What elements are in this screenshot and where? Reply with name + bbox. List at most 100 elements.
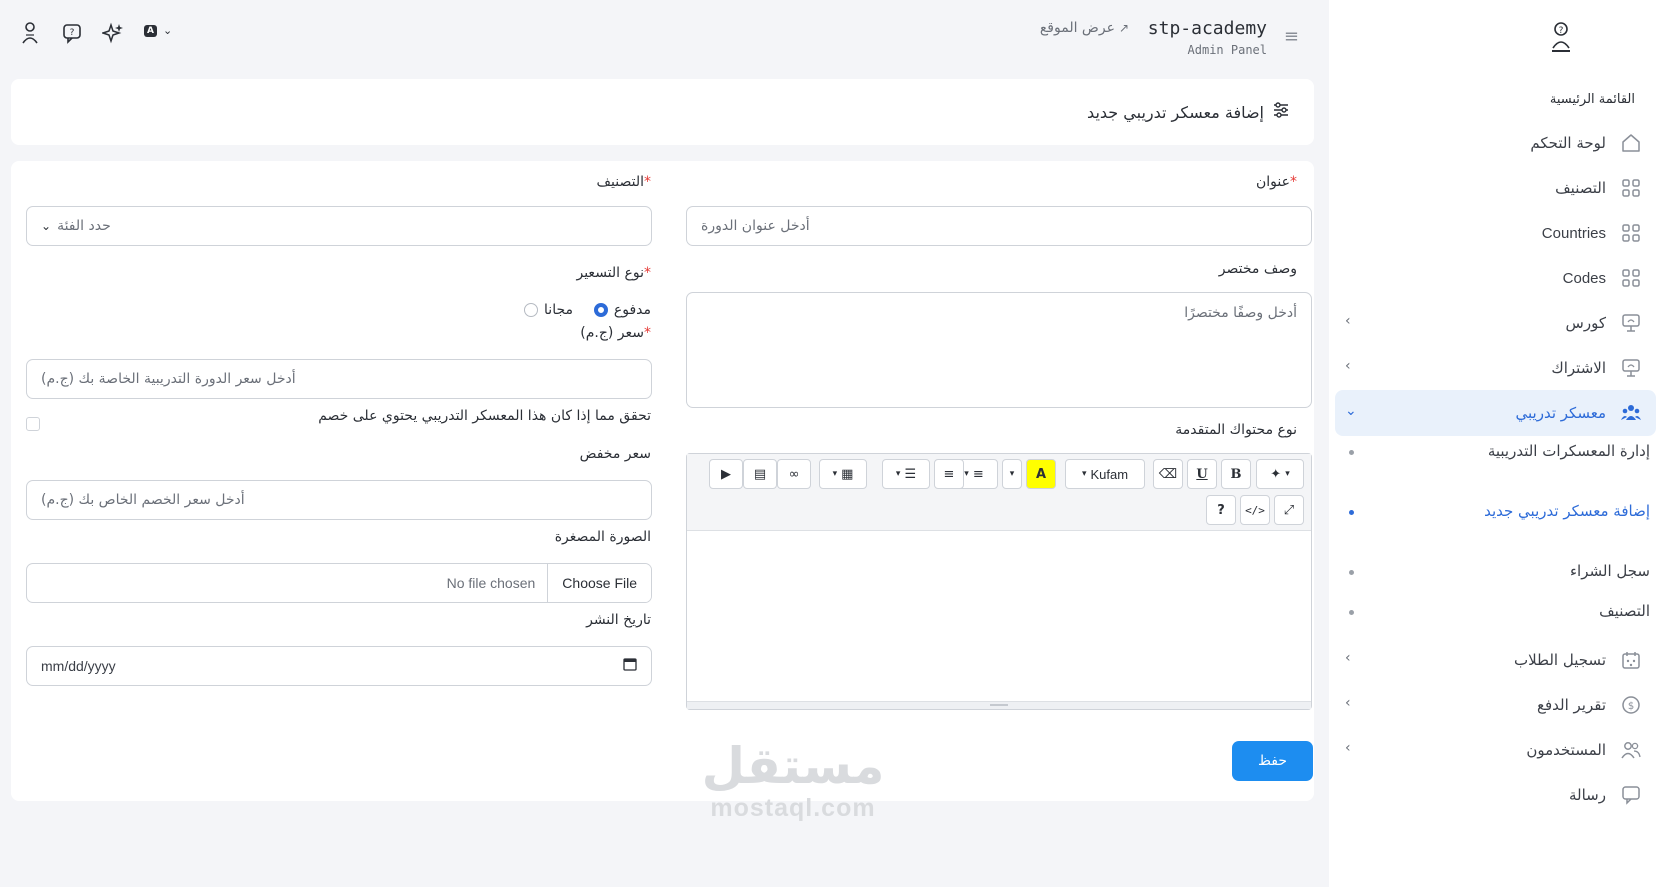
- sidebar-item-subscription[interactable]: الاشتراك ‹: [1335, 345, 1656, 391]
- font-family-select[interactable]: ▾ Kufam: [1065, 459, 1145, 489]
- required-mark: *: [1290, 174, 1297, 190]
- insert-video-button[interactable]: ▶: [709, 459, 743, 489]
- sidebar-item-codes[interactable]: Codes: [1335, 255, 1656, 301]
- view-site-link[interactable]: عرض الموقع ↗: [1040, 20, 1129, 36]
- sidebar-item-category[interactable]: التصنيف: [1335, 165, 1656, 211]
- sidebar-item-payment-report[interactable]: $ تقرير الدفع ‹: [1335, 682, 1656, 728]
- pricing-free-option[interactable]: مجانا: [524, 302, 573, 318]
- align-icon: ☰: [904, 466, 917, 482]
- bold-button[interactable]: B: [1221, 459, 1251, 489]
- calendar-icon[interactable]: [623, 657, 637, 675]
- editor-resize-handle[interactable]: [687, 701, 1311, 709]
- color-dropdown-button[interactable]: ▾: [1002, 459, 1022, 489]
- file-status-text: No file chosen: [446, 575, 536, 591]
- price-label: سعر (ج.م)*: [580, 325, 651, 341]
- sidebar-item-course[interactable]: كورس ‹: [1335, 300, 1656, 346]
- choose-file-button[interactable]: Choose File: [547, 564, 651, 602]
- table-button[interactable]: ▾ ▦: [819, 459, 867, 489]
- pricing-paid-option[interactable]: مدفوع: [593, 302, 651, 318]
- font-family-value: Kufam: [1090, 466, 1129, 482]
- sidebar-item-label: تقرير الدفع: [1536, 696, 1606, 714]
- title-input[interactable]: أدخل عنوان الدورة: [686, 206, 1312, 246]
- pricing-type-label: نوع التسعير*: [576, 265, 651, 281]
- help-chat-icon[interactable]: ?: [62, 22, 84, 44]
- discount-price-input[interactable]: أدخل سعر الخصم الخاص بك (ج.م): [26, 480, 652, 520]
- language-selector[interactable]: A ⌄: [144, 24, 172, 37]
- price-input[interactable]: أدخل سعر الدورة التدريبية الخاصة بك (ج.م…: [26, 359, 652, 399]
- profile-logo-icon[interactable]: [19, 22, 41, 44]
- pricing-paid-radio[interactable]: [593, 303, 608, 317]
- svg-text:?: ?: [1559, 26, 1564, 36]
- bullet-dot: [1349, 570, 1354, 575]
- pricing-free-radio[interactable]: [524, 303, 539, 317]
- eraser-button[interactable]: ⌫: [1153, 459, 1183, 489]
- sidebar-item-bootcamp[interactable]: معسكر تدريبي ⌄: [1335, 390, 1656, 436]
- page-title: إضافة معسكر تدريبي جديد: [1087, 101, 1290, 123]
- page-title-text: إضافة معسكر تدريبي جديد: [1087, 102, 1264, 122]
- caret-down-icon: ▾: [832, 469, 838, 479]
- insert-image-button[interactable]: ▤: [743, 459, 777, 489]
- price-placeholder: أدخل سعر الدورة التدريبية الخاصة بك (ج.م…: [41, 371, 296, 387]
- short-description-textarea[interactable]: أدخل وصفًا مختصرًا: [686, 292, 1312, 408]
- fullscreen-button[interactable]: ⤢: [1274, 495, 1304, 525]
- sliders-icon: [1272, 101, 1290, 123]
- discount-check-label: تحقق مما إذا كان هذا المعسكر التدريبي يح…: [318, 408, 651, 424]
- caret-down-icon: ▾: [1081, 469, 1087, 479]
- message-icon: [1618, 782, 1644, 808]
- presentation-icon: [1618, 355, 1644, 381]
- sidebar-item-countries[interactable]: Countries: [1335, 210, 1656, 256]
- menu-heading: القائمة الرئيسية: [1549, 92, 1635, 107]
- caret-down-icon: ▾: [964, 469, 969, 479]
- price-label-text: سعر (ج.م): [580, 325, 644, 341]
- insert-link-button[interactable]: ∞: [777, 459, 811, 489]
- category-select[interactable]: حدد الفئة ⌄: [26, 206, 652, 246]
- save-button[interactable]: حفظ: [1232, 741, 1313, 781]
- align-button[interactable]: ▾ ☰: [882, 459, 930, 489]
- presentation-icon: [1618, 310, 1644, 336]
- category-label-text: التصنيف: [596, 174, 644, 190]
- magic-wand-icon: ✦: [1270, 466, 1282, 482]
- text-color-icon: A: [1035, 466, 1047, 482]
- short-description-label: وصف مختصر: [1218, 261, 1297, 277]
- view-site-label: عرض الموقع: [1039, 20, 1115, 36]
- menu-toggle-icon[interactable]: ≡: [1284, 26, 1299, 47]
- svg-text:?: ?: [70, 28, 75, 38]
- editor-content-area[interactable]: [687, 531, 1311, 701]
- expand-icon: ⤢: [1283, 502, 1295, 518]
- brand-name: stp-academy: [1147, 18, 1267, 39]
- sidebar-item-student-enrollment[interactable]: تسجيل الطلاب ‹: [1335, 637, 1656, 683]
- chevron-left-icon: ‹: [1345, 358, 1351, 374]
- thumbnail-label: الصورة المصغرة: [554, 529, 651, 545]
- chevron-left-icon: ‹: [1345, 650, 1351, 666]
- publish-date-placeholder: mm/dd/yyyy: [41, 658, 116, 674]
- sidebar-subitem-manage-bootcamps[interactable]: إدارة المعسكرات التدريبية: [1440, 441, 1650, 462]
- ordered-list-button[interactable]: ≡: [934, 459, 964, 489]
- chevron-left-icon: ‹: [1345, 313, 1351, 329]
- sidebar-item-label: رسالة: [1569, 786, 1606, 804]
- help-button[interactable]: ?: [1206, 495, 1236, 525]
- users-group-icon: [1618, 400, 1644, 426]
- pricing-free-label: مجانا: [544, 302, 573, 318]
- grid-icon: [1618, 220, 1644, 246]
- sidebar-item-message[interactable]: رسالة: [1335, 772, 1656, 818]
- publish-date-input[interactable]: mm/dd/yyyy: [26, 646, 652, 686]
- category-label: التصنيف*: [597, 174, 651, 190]
- sidebar-subitem-purchase-history[interactable]: سجل الشراء: [1440, 561, 1650, 582]
- logo-icon[interactable]: ?: [1545, 20, 1577, 56]
- highlight-color-button[interactable]: A: [1026, 459, 1056, 489]
- code-view-button[interactable]: </>: [1240, 495, 1270, 525]
- discount-checkbox[interactable]: [26, 417, 40, 431]
- magic-style-button[interactable]: ✦ ▾: [1256, 459, 1304, 489]
- sidebar-item-dashboard[interactable]: لوحة التحكم: [1335, 120, 1656, 166]
- brand: stp-academy Admin Panel: [1148, 18, 1267, 57]
- title-label-text: عنوان: [1256, 174, 1290, 190]
- discount-price-label: سعر مخفض: [579, 446, 651, 462]
- sidebar-subitem-add-bootcamp[interactable]: إضافة معسكر تدريبي جديد: [1440, 501, 1650, 522]
- underline-button[interactable]: U: [1187, 459, 1217, 489]
- thumbnail-file-input[interactable]: Choose File No file chosen: [26, 563, 652, 603]
- chevron-left-icon: ‹: [1345, 695, 1351, 711]
- sidebar-item-users[interactable]: المستخدمون ‹: [1335, 727, 1656, 773]
- bullet-dot: [1349, 510, 1354, 515]
- sidebar-subitem-category[interactable]: التصنيف: [1440, 601, 1650, 622]
- sparkles-icon[interactable]: [102, 22, 124, 44]
